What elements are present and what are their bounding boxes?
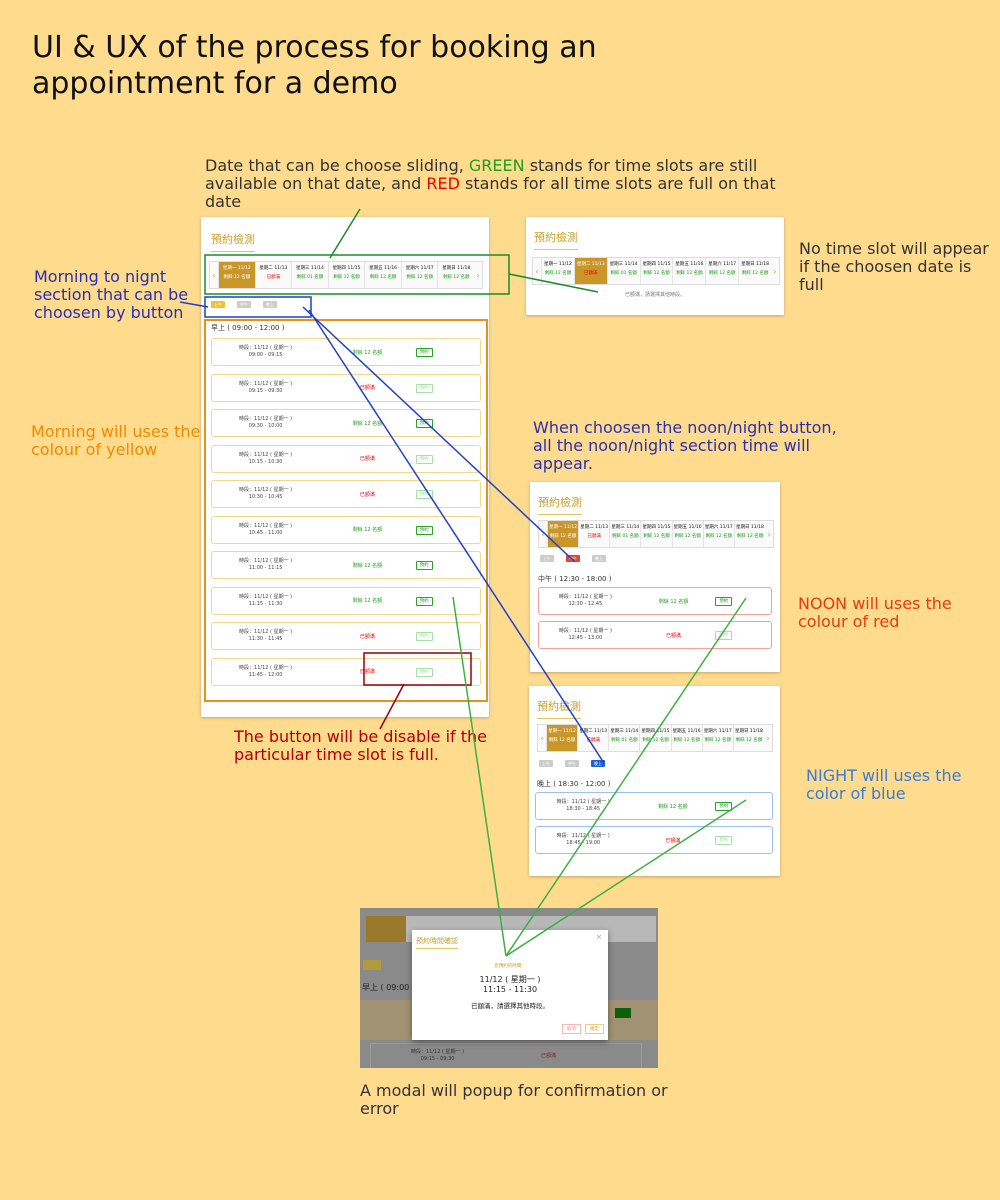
- connector-modal-noon: [505, 597, 747, 957]
- connector-modal-morning: [452, 596, 507, 957]
- connector-section-note: [179, 301, 209, 308]
- disabled-button-highlight: [363, 652, 472, 686]
- connector-disable-note: [379, 683, 405, 730]
- connector-noon-button: [302, 306, 576, 563]
- connector-full-panel: [508, 273, 599, 293]
- morning-section-highlight: [204, 319, 488, 702]
- connector-date-note: [329, 208, 361, 259]
- connector-night-button: [308, 309, 605, 764]
- date-strip-highlight: [204, 254, 510, 295]
- annotation-overlay: [179, 208, 747, 957]
- section-buttons-highlight: [204, 296, 312, 318]
- connector-modal-night: [505, 799, 747, 957]
